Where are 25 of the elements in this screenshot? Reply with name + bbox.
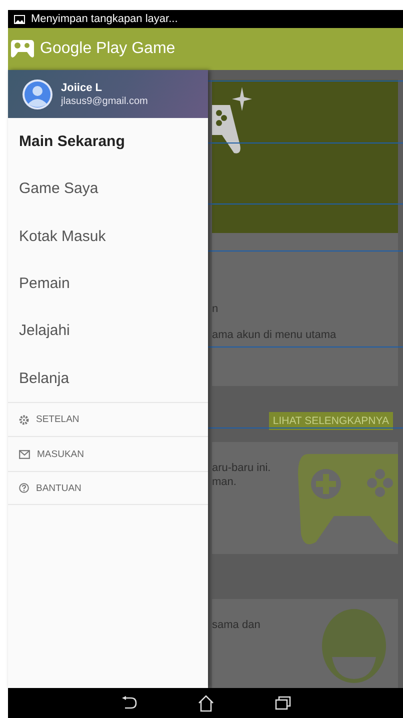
card-text: sama dan — [212, 619, 260, 632]
drawer-item[interactable]: Belanja — [8, 354, 208, 402]
back-icon[interactable] — [120, 696, 136, 710]
card-text: ama akun di menu utama — [212, 328, 336, 341]
account-name: Joiice L — [61, 82, 103, 94]
drawer-item[interactable]: Kotak Masuk — [8, 212, 208, 260]
image-icon — [14, 14, 25, 24]
drawer-item[interactable]: Pemain — [8, 260, 208, 308]
drawer-item[interactable]: Jelajahi — [8, 307, 208, 354]
home-icon[interactable] — [196, 694, 214, 712]
avatar-icon — [22, 78, 53, 110]
account-header[interactable]: Joiice L jlasus9@gmail.com — [8, 70, 208, 118]
recent-apps-icon[interactable] — [274, 696, 290, 710]
account-email: jlasus9@gmail.com — [61, 96, 148, 106]
envelope-icon — [19, 450, 30, 459]
notification-text: Menyimpan tangkapan layar... — [31, 13, 178, 25]
app-title: Google Play Game — [40, 40, 176, 58]
drawer-menu-item[interactable]: BANTUAN — [8, 470, 208, 506]
drawer-item[interactable]: Main Sekarang — [8, 118, 208, 166]
help-icon — [19, 483, 29, 494]
card-text: n — [212, 302, 220, 315]
card-text: man. — [212, 476, 238, 488]
drawer-item[interactable]: Game Saya — [8, 165, 208, 213]
settings-icon — [19, 414, 29, 425]
card-text: aru-baru ini. — [212, 462, 271, 474]
